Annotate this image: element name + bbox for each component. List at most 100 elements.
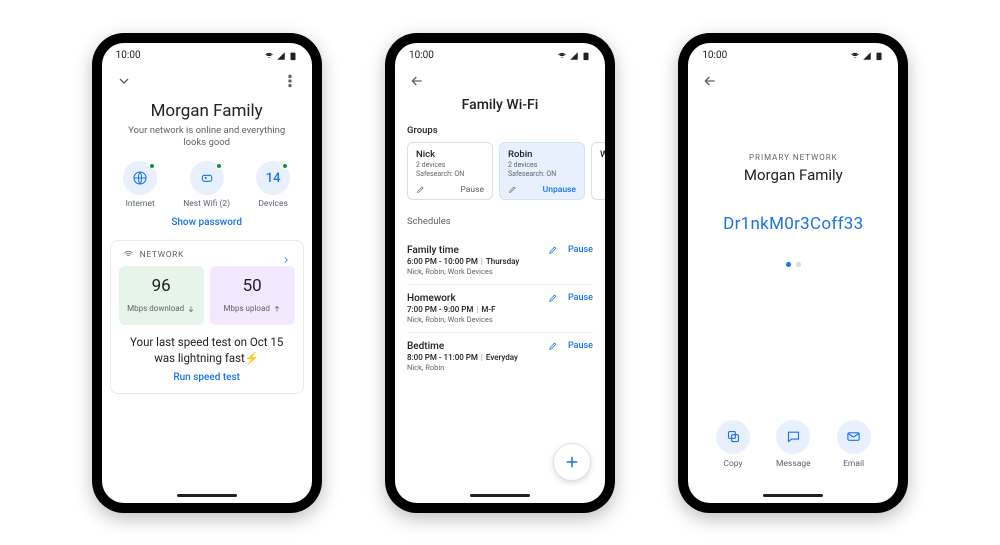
- group-safesearch: Safesearch: ON: [416, 170, 484, 178]
- top-bar: [395, 65, 605, 95]
- add-fab[interactable]: [553, 443, 591, 481]
- share-actions: Copy Message Email: [716, 420, 871, 469]
- signal-icon: [276, 51, 286, 61]
- speed-row: 96 Mbps download 50 Mbps upload: [119, 266, 295, 325]
- phone-family-wifi: 10:00 Family Wi-Fi Groups Nick 2 devices…: [385, 33, 615, 513]
- status-time: 10:00: [116, 50, 141, 61]
- group-card-selected[interactable]: Robin 2 devices Safesearch: ON Unpause: [499, 142, 585, 200]
- router-icon: [199, 170, 215, 186]
- card-expand[interactable]: [281, 250, 291, 260]
- phone-network-overview: 10:00 Morgan Family Your network is onli…: [92, 33, 322, 513]
- tile-internet[interactable]: Internet: [123, 161, 157, 209]
- status-bar: 10:00: [395, 43, 605, 65]
- arrow-left-icon: [702, 73, 718, 89]
- group-action[interactable]: Unpause: [543, 185, 576, 195]
- wifi-icon: [123, 249, 134, 260]
- pause-button[interactable]: Pause: [568, 293, 593, 303]
- home-handle[interactable]: [470, 494, 530, 497]
- arrow-down-icon: [187, 305, 195, 313]
- schedule-name: Family time: [407, 245, 542, 256]
- devices-count: 14: [266, 171, 281, 186]
- status-dot: [282, 163, 288, 169]
- schedule-time: 6:00 PM - 10:00 PM: [407, 257, 478, 266]
- schedule-row[interactable]: Homework 7:00 PM - 9:00 PM|M-F Nick, Rob…: [407, 285, 593, 333]
- arrow-left-icon: [409, 73, 425, 89]
- back-button[interactable]: [407, 71, 427, 91]
- status-dot: [216, 163, 222, 169]
- download-value: 96: [125, 276, 198, 296]
- phone-share-password: 10:00 PRIMARY NETWORK Morgan Family Dr1n…: [678, 33, 908, 513]
- upload-value: 50: [216, 276, 289, 296]
- status-icons: [557, 51, 591, 61]
- pause-button[interactable]: Pause: [568, 245, 593, 255]
- pencil-icon[interactable]: [548, 293, 558, 303]
- wifi-icon: [557, 51, 567, 61]
- message-icon: [786, 429, 801, 444]
- status-bar: 10:00: [688, 43, 898, 65]
- nav-bar: [688, 489, 898, 503]
- content: Morgan Family Your network is online and…: [102, 95, 312, 489]
- schedule-time: 7:00 PM - 9:00 PM: [407, 305, 473, 314]
- screen: 10:00 PRIMARY NETWORK Morgan Family Dr1n…: [688, 43, 898, 503]
- tile-label: Nest Wifi (2): [183, 199, 230, 209]
- schedule-days: Thursday: [486, 257, 519, 266]
- globe-icon: [132, 170, 148, 186]
- groups-heading: Groups: [395, 125, 605, 142]
- group-safesearch: Safesearch: ON: [508, 170, 576, 178]
- status-icons: [850, 51, 884, 61]
- pause-button[interactable]: Pause: [568, 341, 593, 351]
- schedule-row[interactable]: Family time 6:00 PM - 10:00 PM|Thursday …: [407, 237, 593, 285]
- upload-box: 50 Mbps upload: [210, 266, 295, 325]
- groups-row[interactable]: Nick 2 devices Safesearch: ON Pause Robi…: [395, 142, 605, 200]
- back-button[interactable]: [114, 71, 134, 91]
- nav-bar: [102, 489, 312, 503]
- schedule-name: Homework: [407, 293, 542, 304]
- group-name: Nick: [416, 149, 484, 160]
- network-card: NETWORK 96 Mbps download 50 Mbps upload …: [110, 240, 304, 394]
- group-card[interactable]: Nick 2 devices Safesearch: ON Pause: [407, 142, 493, 200]
- home-handle[interactable]: [763, 494, 823, 497]
- group-card-peek[interactable]: W: [591, 142, 605, 200]
- status-time: 10:00: [409, 50, 434, 61]
- tile-devices[interactable]: 14 Devices: [256, 161, 290, 209]
- more-button[interactable]: [280, 71, 300, 91]
- group-devices: 2 devices: [508, 161, 576, 169]
- schedule-row[interactable]: Bedtime 8:00 PM - 11:00 PM|Everyday Nick…: [407, 333, 593, 380]
- schedule-days: Everyday: [486, 353, 518, 362]
- message-button[interactable]: Message: [776, 420, 811, 469]
- page-indicator: [786, 262, 801, 267]
- show-password-button[interactable]: Show password: [102, 217, 312, 228]
- plus-icon: [563, 453, 581, 471]
- arrow-up-icon: [273, 305, 281, 313]
- pencil-icon[interactable]: [416, 185, 425, 194]
- home-handle[interactable]: [177, 494, 237, 497]
- tile-label: Internet: [126, 199, 155, 209]
- top-bar: [688, 65, 898, 95]
- pencil-icon[interactable]: [548, 341, 558, 351]
- pencil-icon[interactable]: [508, 185, 517, 194]
- status-dot: [149, 163, 155, 169]
- page-dot-active: [786, 262, 791, 267]
- tile-nest-wifi[interactable]: Nest Wifi (2): [183, 161, 230, 209]
- tile-label: Devices: [258, 199, 288, 209]
- group-devices: 2 devices: [416, 161, 484, 169]
- back-button[interactable]: [700, 71, 720, 91]
- schedule-days: M-F: [481, 305, 495, 314]
- group-name: Robin: [508, 149, 576, 160]
- copy-button[interactable]: Copy: [716, 420, 750, 469]
- download-box: 96 Mbps download: [119, 266, 204, 325]
- status-time: 10:00: [702, 50, 727, 61]
- chevron-down-icon: [116, 73, 132, 89]
- top-bar: [102, 65, 312, 95]
- schedule-devices: Nick, Robin, Work Devices: [407, 267, 542, 276]
- network-name: Morgan Family: [744, 166, 843, 184]
- run-speed-test-button[interactable]: Run speed test: [119, 372, 295, 383]
- wifi-icon: [264, 51, 274, 61]
- schedule-devices: Nick, Robin: [407, 363, 542, 372]
- group-action[interactable]: Pause: [460, 185, 484, 195]
- network-overline: PRIMARY NETWORK: [749, 153, 838, 162]
- chevron-right-icon: [281, 255, 291, 265]
- pencil-icon[interactable]: [548, 245, 558, 255]
- email-button[interactable]: Email: [837, 420, 871, 469]
- content: Groups Nick 2 devices Safesearch: ON Pau…: [395, 125, 605, 489]
